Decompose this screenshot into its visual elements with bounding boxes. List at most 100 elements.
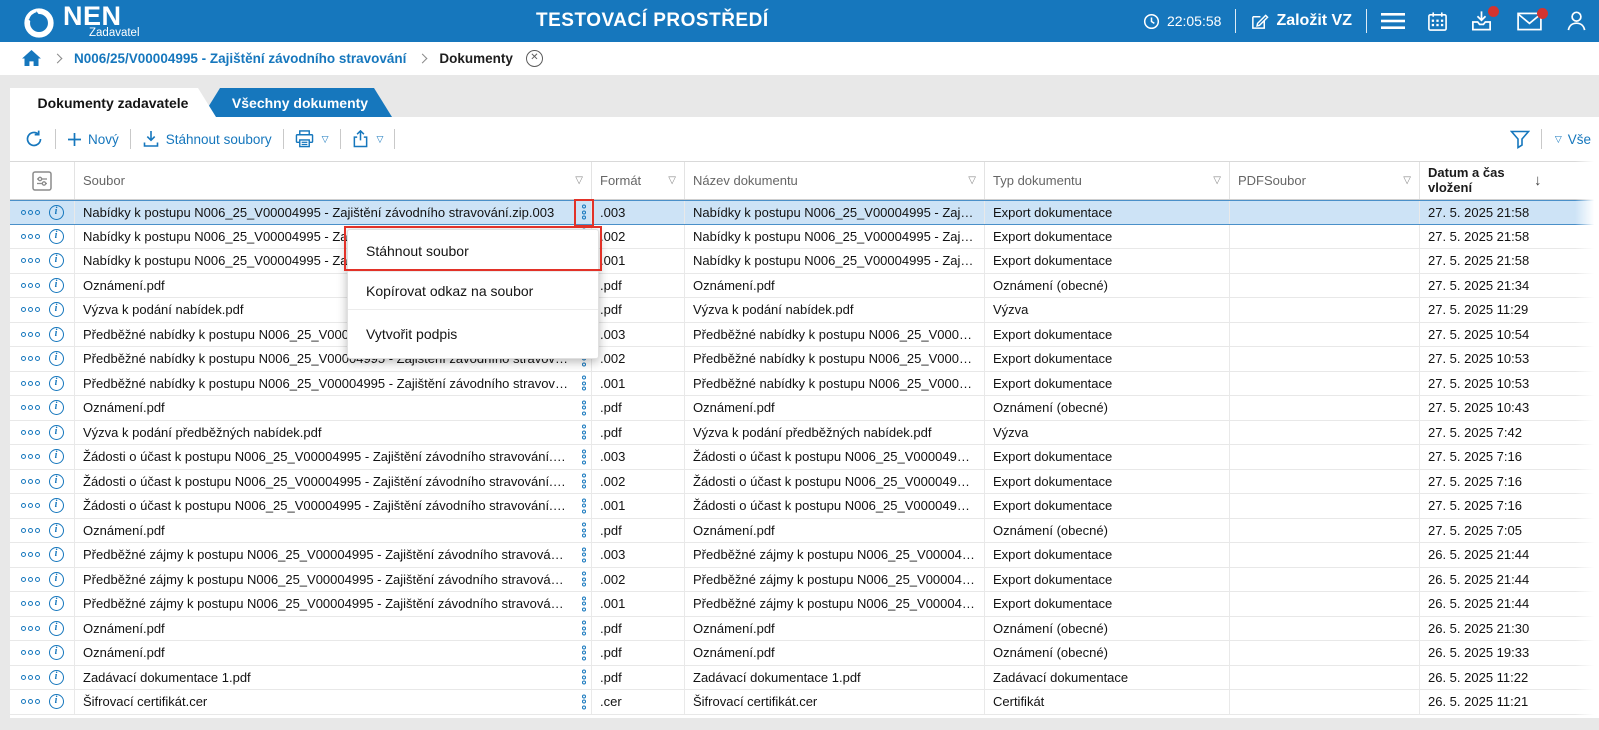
table-row[interactable]: i Předběžné zájmy k postupu N006_25_V000… bbox=[10, 592, 1599, 617]
menu-item-stahnout-soubor[interactable]: Stáhnout soubor bbox=[348, 230, 598, 272]
table-row[interactable]: i Nabídky k postupu N006_25_V00004995 - … bbox=[10, 225, 1599, 250]
row-menu-icon[interactable] bbox=[582, 694, 586, 709]
info-icon[interactable]: i bbox=[49, 670, 64, 685]
row-menu-icon[interactable] bbox=[582, 376, 586, 391]
row-options-icon[interactable] bbox=[21, 454, 40, 459]
table-row[interactable]: i Šifrovací certifikát.cer .cer Šifrovac… bbox=[10, 690, 1599, 715]
row-options-icon[interactable] bbox=[21, 650, 40, 655]
profile-button[interactable] bbox=[1566, 10, 1587, 32]
close-breadcrumb-icon[interactable]: ✕ bbox=[526, 50, 543, 67]
row-menu-icon[interactable] bbox=[582, 670, 586, 685]
table-row[interactable]: i Předběžné nabídky k postupu N006_25_V0… bbox=[10, 347, 1599, 372]
row-options-icon[interactable] bbox=[21, 430, 40, 435]
row-options-icon[interactable] bbox=[21, 307, 40, 312]
tab-vsechny-dokumenty[interactable]: Všechny dokumenty bbox=[202, 88, 392, 117]
filter-button[interactable] bbox=[1510, 130, 1530, 149]
row-options-icon[interactable] bbox=[21, 258, 40, 263]
table-row[interactable]: i Výzva k podání nabídek.pdf .pdf Výzva … bbox=[10, 298, 1599, 323]
export-button[interactable]: ▽ bbox=[352, 130, 384, 148]
table-row[interactable]: i Předběžné nabídky k postupu N006_25_V0… bbox=[10, 323, 1599, 348]
info-icon[interactable]: i bbox=[49, 278, 64, 293]
new-button[interactable]: Nový bbox=[67, 132, 119, 147]
row-options-icon[interactable] bbox=[21, 283, 40, 288]
info-icon[interactable]: i bbox=[49, 253, 64, 268]
print-dropdown-icon[interactable]: ▽ bbox=[322, 134, 329, 145]
row-options-icon[interactable] bbox=[21, 479, 40, 484]
row-menu-icon[interactable] bbox=[582, 474, 586, 489]
filter-icon[interactable]: ▽ bbox=[1213, 175, 1221, 186]
table-row[interactable]: i Oznámení.pdf .pdf Oznámení.pdf Oznámen… bbox=[10, 274, 1599, 299]
info-icon[interactable]: i bbox=[49, 694, 64, 709]
table-row[interactable]: i Oznámení.pdf .pdf Oznámení.pdf Oznámen… bbox=[10, 519, 1599, 544]
filter-icon[interactable]: ▽ bbox=[668, 175, 676, 186]
row-menu-icon[interactable] bbox=[582, 645, 586, 660]
menu-button[interactable] bbox=[1381, 12, 1405, 30]
menu-item-kopirovat-odkaz[interactable]: Kopírovat odkaz na soubor bbox=[348, 272, 598, 310]
column-settings-icon[interactable] bbox=[32, 171, 52, 191]
row-options-icon[interactable] bbox=[21, 332, 40, 337]
filter-icon[interactable]: ▽ bbox=[1403, 175, 1411, 186]
row-menu-icon[interactable] bbox=[582, 547, 586, 562]
table-row[interactable]: i Oznámení.pdf .pdf Oznámení.pdf Oznámen… bbox=[10, 396, 1599, 421]
filter-icon[interactable]: ▽ bbox=[968, 175, 976, 186]
info-icon[interactable]: i bbox=[49, 474, 64, 489]
table-row[interactable]: i Oznámení.pdf .pdf Oznámení.pdf Oznámen… bbox=[10, 617, 1599, 642]
home-icon[interactable] bbox=[22, 50, 41, 67]
download-files-button[interactable]: Stáhnout soubory bbox=[142, 130, 272, 148]
info-icon[interactable]: i bbox=[49, 523, 64, 538]
table-row[interactable]: i Žádosti o účast k postupu N006_25_V000… bbox=[10, 494, 1599, 519]
row-options-icon[interactable] bbox=[21, 601, 40, 606]
header-datum-cas[interactable]: Datum a čas vložení ↓ bbox=[1420, 162, 1599, 199]
info-icon[interactable]: i bbox=[49, 498, 64, 513]
row-menu-icon[interactable] bbox=[582, 425, 586, 440]
row-options-icon[interactable] bbox=[21, 503, 40, 508]
print-button[interactable]: ▽ bbox=[295, 130, 329, 148]
row-menu-icon[interactable] bbox=[582, 449, 586, 464]
downloads-button[interactable] bbox=[1470, 10, 1493, 32]
export-dropdown-icon[interactable]: ▽ bbox=[377, 134, 384, 145]
row-options-icon[interactable] bbox=[21, 210, 40, 215]
row-menu-icon[interactable] bbox=[582, 621, 586, 636]
row-options-icon[interactable] bbox=[21, 699, 40, 704]
filter-icon[interactable]: ▽ bbox=[575, 175, 583, 186]
row-options-icon[interactable] bbox=[21, 381, 40, 386]
info-icon[interactable]: i bbox=[49, 400, 64, 415]
header-format[interactable]: Formát ▽ bbox=[592, 162, 685, 199]
info-icon[interactable]: i bbox=[49, 376, 64, 391]
row-menu-icon[interactable] bbox=[582, 498, 586, 513]
filter-preset-dropdown[interactable]: ▽ Vše bbox=[1553, 132, 1591, 147]
refresh-button[interactable] bbox=[24, 129, 44, 149]
row-options-icon[interactable] bbox=[21, 552, 40, 557]
info-icon[interactable]: i bbox=[49, 645, 64, 660]
info-icon[interactable]: i bbox=[49, 621, 64, 636]
table-row[interactable]: i Žádosti o účast k postupu N006_25_V000… bbox=[10, 445, 1599, 470]
row-options-icon[interactable] bbox=[21, 356, 40, 361]
info-icon[interactable]: i bbox=[49, 596, 64, 611]
row-options-icon[interactable] bbox=[21, 234, 40, 239]
calendar-button[interactable] bbox=[1427, 11, 1448, 32]
row-menu-icon[interactable] bbox=[582, 596, 586, 611]
header-nazev-dokumentu[interactable]: Název dokumentu ▽ bbox=[685, 162, 985, 199]
table-row[interactable]: i Nabídky k postupu N006_25_V00004995 - … bbox=[10, 249, 1599, 274]
menu-item-vytvorit-podpis[interactable]: Vytvořit podpis bbox=[348, 310, 598, 358]
table-row[interactable]: i Výzva k podání předběžných nabídek.pdf… bbox=[10, 421, 1599, 446]
nen-logo[interactable]: NEN Zadavatel bbox=[22, 3, 140, 40]
info-icon[interactable]: i bbox=[49, 229, 64, 244]
table-row[interactable]: i Předběžné zájmy k postupu N006_25_V000… bbox=[10, 568, 1599, 593]
row-menu-icon[interactable] bbox=[582, 572, 586, 587]
sort-desc-icon[interactable]: ↓ bbox=[1534, 172, 1542, 189]
info-icon[interactable]: i bbox=[49, 351, 64, 366]
table-row[interactable]: i Nabídky k postupu N006_25_V00004995 - … bbox=[10, 200, 1599, 225]
header-soubor[interactable]: Soubor ▽ bbox=[75, 162, 592, 199]
table-row[interactable]: i Žádosti o účast k postupu N006_25_V000… bbox=[10, 470, 1599, 495]
row-options-icon[interactable] bbox=[21, 577, 40, 582]
info-icon[interactable]: i bbox=[49, 327, 64, 342]
header-pdfsoubor[interactable]: PDFSoubor ▽ bbox=[1230, 162, 1420, 199]
info-icon[interactable]: i bbox=[49, 302, 64, 317]
info-icon[interactable]: i bbox=[49, 449, 64, 464]
info-icon[interactable]: i bbox=[49, 205, 64, 220]
messages-button[interactable] bbox=[1517, 12, 1542, 31]
row-options-icon[interactable] bbox=[21, 675, 40, 680]
row-menu-icon[interactable] bbox=[582, 400, 586, 415]
tab-dokumenty-zadavatele[interactable]: Dokumenty zadavatele bbox=[10, 88, 216, 117]
